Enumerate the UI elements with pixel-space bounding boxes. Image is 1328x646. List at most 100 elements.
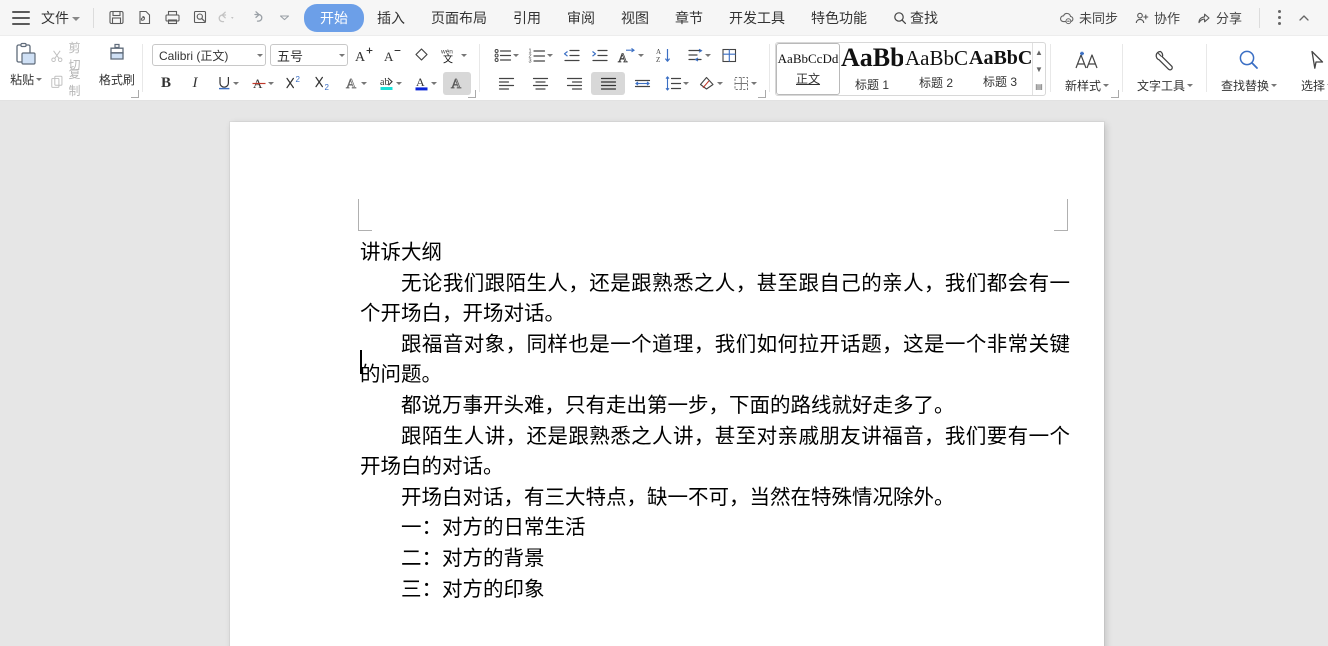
document-paragraph: 无论我们跟陌生人，还是跟熟悉之人，甚至跟自己的亲人，我们都会有一个开场白，开场对… [360,272,1070,326]
bullet-list-icon [494,48,511,62]
more-vertical-icon[interactable] [1270,8,1288,28]
document-page[interactable]: 讲诉大纲 无论我们跟陌生人，还是跟熟悉之人，甚至跟自己的亲人，我们都会有一个开场… [230,122,1104,646]
tab-special-features[interactable]: 特色功能 [798,4,880,32]
numbered-list-icon: 123 [528,48,545,64]
menu-bar: 文件 开始 插入 页面布局 引用 审阅 视图 章节 开发工具 特色功能 查找 未… [0,0,1328,36]
chevron-down-icon [430,81,437,85]
decrease-indent-button[interactable] [557,44,585,67]
style-item-heading-1[interactable]: AaBb 标题 1 [840,43,904,95]
tab-section[interactable]: 章节 [662,4,716,32]
show-paragraph-marks-button[interactable] [681,44,715,67]
sort-button[interactable]: AZ [647,44,681,67]
font-size-combo[interactable]: 五号 [270,44,349,66]
tab-insert[interactable]: 插入 [364,4,418,32]
line-spacing-button[interactable] [659,72,693,95]
find-replace-button[interactable]: 查找替换 [1212,38,1286,100]
borders-button[interactable] [727,72,761,95]
styles-more-icon[interactable]: ▤ [1034,79,1045,93]
strikethrough-button[interactable]: A [245,72,279,95]
chevron-up-icon[interactable] [1291,5,1317,31]
print-preview-output-icon[interactable] [131,5,157,31]
ribbon-group-paragraph: 123 A AZ [480,36,771,100]
text-effects-button[interactable]: A [338,72,372,95]
style-item-heading-3[interactable]: AaBbCc 标题 3 [968,43,1032,95]
chevron-down-icon [1103,83,1110,87]
scroll-down-icon[interactable]: ▼ [1034,62,1045,76]
margin-mark-top-left [358,199,373,231]
sync-status-button[interactable]: 未同步 [1052,4,1125,31]
styles-group-expand-icon[interactable] [1111,90,1120,98]
decrease-indent-icon [563,49,580,61]
redo-icon[interactable] [243,5,269,31]
margin-mark-top-left-h [358,230,372,231]
share-button[interactable]: 分享 [1189,4,1249,31]
print-icon[interactable] [159,5,185,31]
scroll-up-icon[interactable]: ▲ [1034,45,1045,59]
highlight-button[interactable]: ab [373,72,407,95]
character-shading-icon: A [450,77,462,92]
style-item-body[interactable]: AaBbCcDd 正文 [776,43,841,95]
svg-text:2: 2 [295,75,300,84]
align-center-button[interactable] [523,72,557,95]
underline-button[interactable] [210,72,244,95]
people-icon [1135,12,1149,23]
tab-find[interactable]: 查找 [880,4,951,32]
customize-quick-access-icon[interactable] [271,5,297,31]
style-name: 标题 3 [983,75,1018,89]
tab-view[interactable]: 视图 [608,4,662,32]
bullet-list-button[interactable] [489,44,523,67]
tab-references[interactable]: 引用 [500,4,554,32]
font-row-2: B I A 2 2 A ab A A [152,71,472,95]
clipboard-group-expand-icon[interactable] [131,90,140,98]
document-paragraph: 跟福音对象，同样也是一个道理，我们如何拉开话题，这是一个非常关键的问题。 [360,333,1070,387]
align-right-button[interactable] [557,72,591,95]
text-tools-button[interactable]: 文字工具 [1128,38,1202,100]
shrink-font-button[interactable]: A [378,44,406,67]
file-menu-button[interactable]: 文件 [36,5,85,31]
document-canvas[interactable]: 讲诉大纲 无论我们跟陌生人，还是跟熟悉之人，甚至跟自己的亲人，我们都会有一个开场… [0,101,1328,646]
character-shading-button[interactable]: A [443,71,472,95]
svg-text:文: 文 [443,52,453,65]
align-justify-icon [600,77,616,90]
share-label: 分享 [1215,11,1242,26]
align-left-button[interactable] [489,72,523,95]
paste-button[interactable]: 粘贴 [5,38,47,100]
tab-page-layout[interactable]: 页面布局 [418,4,500,32]
superscript-button[interactable]: 2 [280,72,308,95]
divider [93,7,94,28]
distribute-text-button[interactable] [625,72,659,95]
italic-button[interactable]: I [181,72,209,95]
print-preview-icon[interactable] [187,5,213,31]
paragraph-group-expand-icon[interactable] [758,90,767,98]
numbered-list-button[interactable]: 123 [523,44,557,67]
increase-indent-button[interactable] [585,44,613,67]
pinyin-guide-button[interactable]: wén 文 [436,44,470,67]
text-direction-button[interactable]: A [613,44,647,67]
margin-mark-top-right [1053,199,1068,231]
paragraph-shading-button[interactable] [693,72,727,95]
font-group-expand-icon[interactable] [468,90,477,98]
tab-start[interactable]: 开始 [304,3,364,32]
font-color-button[interactable]: A [408,72,442,95]
select-button[interactable]: 选择 [1286,38,1328,100]
style-item-heading-2[interactable]: AaBbC 标题 2 [904,43,968,95]
save-icon[interactable] [103,5,129,31]
tab-review[interactable]: 审阅 [554,4,608,32]
new-style-button[interactable]: 新样式 [1056,38,1118,100]
collaborate-button[interactable]: 协作 [1127,4,1187,31]
document-body[interactable]: 讲诉大纲 无论我们跟陌生人，还是跟熟悉之人，甚至跟自己的亲人，我们都会有一个开场… [360,238,1070,605]
align-justify-button[interactable] [591,71,626,95]
clear-formatting-button[interactable] [407,44,435,67]
chevron-down-icon [360,81,367,85]
subscript-button[interactable]: 2 [309,72,337,95]
bold-button[interactable]: B [152,72,180,95]
undo-icon[interactable] [215,5,241,31]
copy-button[interactable]: 复制 [47,67,96,98]
tab-developer-tools[interactable]: 开发工具 [716,4,798,32]
styles-gallery-scrollbar[interactable]: ▲ ▼ ▤ [1032,43,1045,95]
font-name-combo[interactable]: Calibri (正文) [152,44,267,66]
grow-font-button[interactable]: A [349,44,377,67]
table-gridlines-button[interactable] [715,44,743,67]
underline-icon [218,77,229,90]
hamburger-menu-icon[interactable] [12,10,30,25]
